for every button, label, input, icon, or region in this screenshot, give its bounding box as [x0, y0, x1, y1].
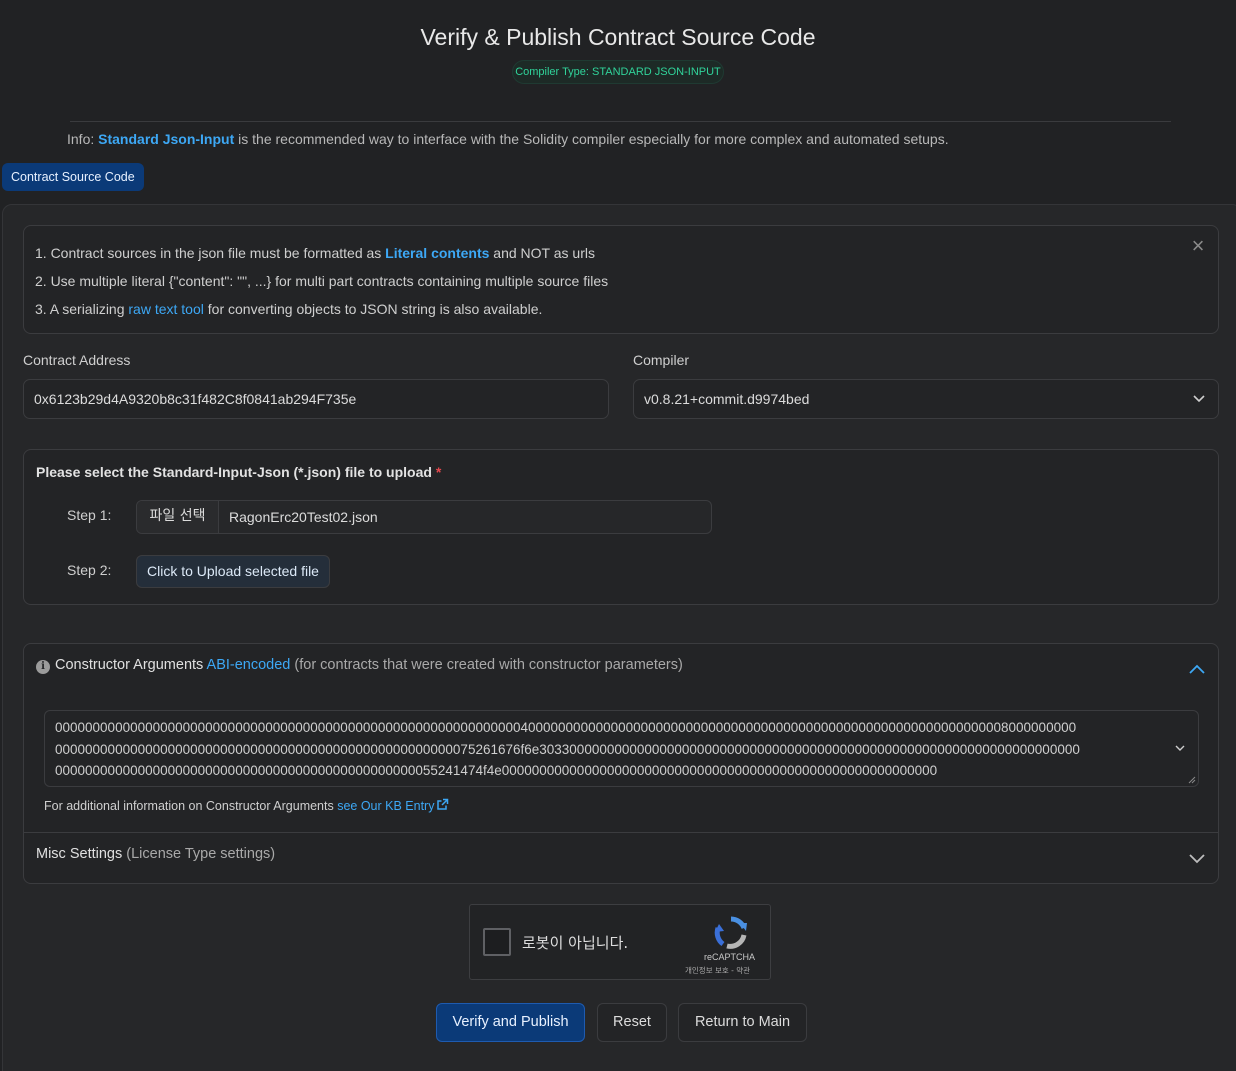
info-prefix: Info: [67, 131, 99, 147]
compiler-selected-value: v0.8.21+commit.d9974bed [644, 391, 810, 407]
step-2-label: Step 2: [67, 562, 112, 578]
chevron-down-icon [1175, 745, 1185, 751]
misc-title: Misc Settings [36, 846, 123, 862]
compiler-label: Compiler [633, 352, 690, 368]
recaptcha-privacy-terms[interactable]: 개인정보 보호 - 약관 [685, 965, 750, 976]
chevron-down-icon [1193, 395, 1205, 403]
notice-line-1-suffix: and NOT as urls [489, 245, 595, 261]
upload-card: Please select the Standard-Input-Json (*… [23, 449, 1219, 605]
kb-entry-link-text: see Our KB Entry [337, 799, 435, 813]
upload-title-text: Please select the Standard-Input-Json (*… [36, 464, 432, 480]
recaptcha-checkbox[interactable] [483, 928, 511, 956]
compiler-select[interactable]: v0.8.21+commit.d9974bed [633, 379, 1219, 419]
info-icon: i [36, 660, 50, 674]
constructor-title: Constructor Arguments [55, 657, 204, 673]
notice-line-3-suffix: for converting objects to JSON string is… [203, 301, 543, 317]
external-link-icon [437, 798, 449, 810]
misc-settings-label: Misc Settings (License Type settings) [36, 846, 275, 862]
page-title: Verify & Publish Contract Source Code [420, 24, 816, 50]
notice-line-1: 1. Contract sources in the json file mus… [35, 243, 1207, 271]
upload-title: Please select the Standard-Input-Json (*… [36, 464, 441, 480]
notice-line-3: 3. A serializing raw text tool for conve… [35, 299, 1207, 327]
constructor-arguments-header[interactable]: i Constructor Arguments ABI-encoded (for … [36, 657, 683, 674]
resize-grip-icon[interactable] [1188, 776, 1196, 784]
constructor-arguments-card: i Constructor Arguments ABI-encoded (for … [23, 643, 1219, 884]
misc-settings-header[interactable]: Misc Settings (License Type settings) [24, 832, 1218, 884]
reset-button[interactable]: Reset [597, 1003, 667, 1042]
constructor-arguments-textarea[interactable]: 0000000000000000000000000000000000000000… [44, 710, 1199, 787]
notice-box: 1. Contract sources in the json file mus… [23, 225, 1219, 334]
abi-line-1: 0000000000000000000000000000000000000000… [55, 720, 1077, 735]
abi-encoded-link[interactable]: ABI-encoded [207, 657, 291, 673]
misc-subtitle: (License Type settings) [126, 846, 276, 862]
notice-line-2: 2. Use multiple literal {"content": "", … [35, 273, 609, 289]
recaptcha-logo-icon [714, 916, 747, 949]
chevron-up-icon[interactable] [1188, 661, 1206, 679]
close-icon[interactable]: × [1188, 235, 1208, 257]
info-line: Info: Standard Json-Input is the recomme… [67, 131, 949, 147]
kb-entry-link[interactable]: see Our KB Entry [337, 798, 449, 813]
abi-line-3: 0000000000000000000000000000000000000000… [55, 763, 938, 778]
choose-file-button[interactable]: 파일 선택 [137, 501, 219, 533]
info-suffix: is the recommended way to interface with… [234, 131, 949, 147]
notice-line-1-text: 1. Contract sources in the json file mus… [35, 245, 386, 261]
selected-file-name: RagonErc20Test02.json [229, 509, 378, 525]
abi-line-2: 0000000000000000000000000000000000000000… [55, 741, 1080, 757]
verify-and-publish-button[interactable]: Verify and Publish [436, 1003, 585, 1042]
chevron-down-icon[interactable] [1188, 849, 1206, 867]
contract-address-label: Contract Address [23, 352, 131, 368]
raw-text-tool-link[interactable]: raw text tool [128, 301, 203, 317]
step-1-label: Step 1: [67, 507, 112, 523]
compiler-type-badge: Compiler Type: STANDARD JSON-INPUT [512, 60, 724, 84]
standard-json-input-link[interactable]: Standard Json-Input [98, 131, 234, 147]
return-to-main-button[interactable]: Return to Main [678, 1003, 807, 1042]
constructor-subtitle: (for contracts that were created with co… [294, 657, 683, 673]
tab-contract-source-code[interactable]: Contract Source Code [2, 163, 144, 191]
kb-info-line: For additional information on Constructo… [44, 798, 449, 813]
header-divider [70, 121, 1171, 122]
required-mark: * [435, 464, 442, 480]
notice-line-3-text: 3. A serializing [35, 301, 129, 317]
recaptcha-brand: reCAPTCHA [704, 952, 756, 962]
file-input[interactable]: 파일 선택 RagonErc20Test02.json [136, 500, 712, 534]
recaptcha-label: 로봇이 아닙니다. [522, 934, 629, 952]
kb-prefix: For additional information on Constructo… [44, 799, 338, 813]
literal-contents-link[interactable]: Literal contents [385, 245, 489, 261]
contract-address-input[interactable]: 0x6123b29d4A9320b8c31f482C8f0841ab294F73… [23, 379, 609, 419]
upload-selected-file-button[interactable]: Click to Upload selected file [136, 555, 330, 588]
recaptcha-widget: 로봇이 아닙니다. reCAPTCHA 개인정보 보호 - 약관 [469, 904, 771, 980]
